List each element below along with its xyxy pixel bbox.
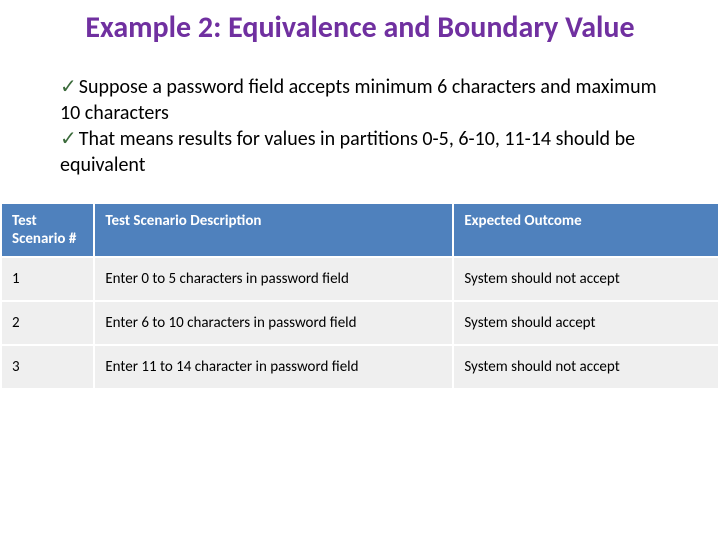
table-row: 3 Enter 11 to 14 character in password f… (1, 345, 719, 389)
cell-desc: Enter 11 to 14 character in password fie… (94, 345, 453, 389)
bullet-list: ✓Suppose a password field accepts minimu… (0, 66, 720, 202)
cell-desc: Enter 0 to 5 characters in password fiel… (94, 257, 453, 301)
table-header-row: Test Scenario # Test Scenario Descriptio… (1, 203, 719, 257)
bullet-item: ✓Suppose a password field accepts minimu… (60, 74, 660, 126)
header-expected-outcome: Expected Outcome (453, 203, 719, 257)
table-row: 1 Enter 0 to 5 characters in password fi… (1, 257, 719, 301)
bullet-text: Suppose a password field accepts minimum… (60, 75, 657, 125)
page-title: Example 2: Equivalence and Boundary Valu… (0, 10, 720, 66)
cell-num: 2 (1, 301, 94, 345)
check-icon: ✓ (60, 128, 77, 150)
cell-desc: Enter 6 to 10 characters in password fie… (94, 301, 453, 345)
check-icon: ✓ (60, 76, 77, 98)
scenario-table: Test Scenario # Test Scenario Descriptio… (0, 202, 720, 390)
bullet-text: That means results for values in partiti… (60, 127, 635, 177)
table-row: 2 Enter 6 to 10 characters in password f… (1, 301, 719, 345)
cell-num: 1 (1, 257, 94, 301)
bullet-item: ✓That means results for values in partit… (60, 126, 660, 178)
cell-num: 3 (1, 345, 94, 389)
slide: Example 2: Equivalence and Boundary Valu… (0, 0, 720, 540)
header-scenario-desc: Test Scenario Description (94, 203, 453, 257)
cell-out: System should accept (453, 301, 719, 345)
cell-out: System should not accept (453, 345, 719, 389)
cell-out: System should not accept (453, 257, 719, 301)
header-scenario-num: Test Scenario # (1, 203, 94, 257)
